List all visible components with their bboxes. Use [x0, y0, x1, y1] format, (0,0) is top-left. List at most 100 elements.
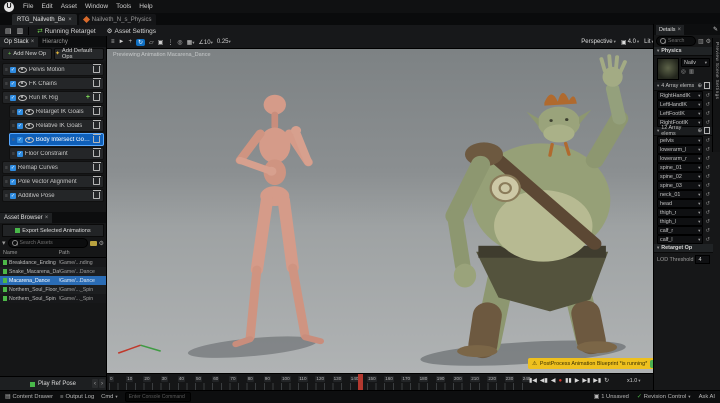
op-row[interactable]: ≡✓Body Intersect Goals — [9, 133, 104, 146]
drag-handle-icon[interactable]: ≡ — [5, 67, 8, 73]
reset-to-default-icon[interactable]: ↺ — [705, 183, 710, 189]
op-enabled-checkbox[interactable]: ✓ — [10, 179, 16, 185]
scale-snap-button[interactable]: 0.25▾ — [217, 39, 231, 45]
more-tools-icon[interactable]: ⋮ — [167, 39, 173, 46]
menu-file[interactable]: File — [19, 3, 37, 10]
tab-retargeter[interactable]: RTG_Nailveth_Be × — [12, 14, 77, 25]
op-row[interactable]: ≡✓Pole Vector Alignment — [2, 175, 104, 188]
close-icon[interactable]: × — [31, 39, 35, 45]
physics-section-header[interactable]: ▾Physics — [654, 47, 713, 56]
reset-to-default-icon[interactable]: ↺ — [705, 165, 710, 171]
drag-handle-icon[interactable]: ≡ — [5, 165, 8, 171]
delete-op-icon[interactable] — [93, 136, 100, 143]
surface-snap-icon[interactable]: ◎ — [177, 39, 182, 46]
op-row[interactable]: ≡✓Relative IK Goals — [9, 119, 104, 132]
asset-row[interactable]: Snake_Macarena_Dance/Game/...Dance — [0, 267, 106, 276]
clear-array-icon[interactable] — [704, 128, 710, 134]
unsaved-indicator[interactable]: ▣ 1 Unsaved — [594, 394, 629, 400]
tab-op-stack[interactable]: Op Stack × — [0, 37, 38, 47]
value-dropdown[interactable]: spine_02▾ — [657, 172, 703, 181]
tab-physics-asset[interactable]: Nailveth_N_s_Physics — [79, 14, 157, 25]
revision-control-button[interactable]: ✓ Revision Control▾ — [637, 394, 691, 400]
timeline-tick[interactable]: 230 — [505, 376, 515, 382]
drag-handle-icon[interactable]: ≡ — [5, 193, 8, 199]
timeline-tick[interactable]: 170 — [401, 376, 411, 382]
value-dropdown[interactable]: spine_03▾ — [657, 181, 703, 190]
eye-icon[interactable] — [18, 95, 27, 101]
timeline-tick[interactable]: 120 — [315, 376, 325, 382]
reset-to-default-icon[interactable]: ↺ — [705, 147, 710, 153]
op-row[interactable]: ≡✓FK Chains — [2, 77, 104, 90]
op-enabled-checkbox[interactable]: ✓ — [10, 165, 16, 171]
physics-asset-dropdown[interactable]: Nailv ▾ — [681, 58, 710, 67]
add-default-ops-button[interactable]: ✦ Add Default Ops — [54, 48, 104, 60]
value-dropdown[interactable]: thigh_r▾ — [657, 208, 703, 217]
tab-preview-scene-settings[interactable]: Preview Scene Settings — [712, 38, 720, 152]
coordinate-space-icon[interactable]: ▣ — [158, 39, 164, 46]
asset-row[interactable]: Northern_Soul_Spin/Game/..._Spin — [0, 294, 106, 303]
eye-icon[interactable] — [25, 137, 34, 143]
timeline-tick[interactable]: 180 — [419, 376, 429, 382]
value-dropdown[interactable]: lowerarm_r▾ — [657, 154, 703, 163]
value-dropdown[interactable]: calf_r▾ — [657, 226, 703, 235]
camera-speed-dropdown[interactable]: ▣4.0▾ — [621, 39, 639, 46]
tab-hierarchy[interactable]: Hierarchy — [38, 37, 72, 47]
menu-edit[interactable]: Edit — [37, 3, 56, 10]
menu-window[interactable]: Window — [81, 3, 112, 10]
timeline-tick[interactable]: 70 — [229, 376, 236, 382]
add-element-icon[interactable]: ⊕ — [697, 83, 702, 89]
value-dropdown[interactable]: neck_01▾ — [657, 190, 703, 199]
perspective-dropdown[interactable]: Perspective▾ — [581, 39, 616, 45]
eye-icon[interactable] — [25, 123, 34, 129]
value-dropdown[interactable]: lowerarm_l▾ — [657, 145, 703, 154]
timeline-tick[interactable]: 160 — [384, 376, 394, 382]
viewport-scene[interactable]: Previewing Animation Macarena_Dance ⚠ Po… — [107, 49, 720, 373]
reset-to-default-icon[interactable]: ↺ — [705, 111, 710, 117]
reset-to-default-icon[interactable]: ↺ — [705, 102, 710, 108]
next-icon[interactable]: › — [99, 379, 105, 388]
timeline-tick[interactable]: 20 — [143, 376, 150, 382]
reset-to-default-icon[interactable]: ↺ — [705, 93, 710, 99]
value-dropdown[interactable]: spine_01▾ — [657, 163, 703, 172]
reset-to-default-icon[interactable]: ↺ — [705, 192, 710, 198]
reset-to-default-icon[interactable]: ↺ — [705, 174, 710, 180]
op-enabled-checkbox[interactable]: ✓ — [10, 193, 16, 199]
eye-icon[interactable] — [18, 81, 27, 87]
delete-op-icon[interactable] — [93, 178, 100, 185]
to-start-button[interactable]: ▮◀ — [529, 377, 537, 384]
column-path[interactable]: Path — [59, 250, 103, 256]
value-dropdown[interactable]: RightHandIK▾ — [657, 91, 703, 100]
rotate-tool-icon[interactable]: ↻ — [136, 39, 145, 46]
rotation-snap-button[interactable]: ∠10▾ — [199, 39, 213, 46]
reset-to-default-icon[interactable]: ↺ — [705, 120, 710, 126]
op-row[interactable]: ≡✓Floor Constraint — [9, 147, 104, 160]
timeline-tick[interactable]: 60 — [212, 376, 219, 382]
value-dropdown[interactable]: thigh_l▾ — [657, 217, 703, 226]
unreal-logo-icon[interactable]: U — [4, 2, 14, 12]
lod-threshold-field[interactable]: 4 — [695, 255, 710, 264]
add-element-icon[interactable]: ⊕ — [697, 128, 702, 134]
save-icon[interactable]: ▤ — [5, 27, 12, 35]
reset-to-default-icon[interactable]: ↺ — [705, 219, 710, 225]
delete-op-icon[interactable] — [93, 66, 100, 73]
play-reverse-button[interactable]: ◀ — [551, 377, 556, 384]
running-retarget-button[interactable]: ⇄ Running Retarget — [34, 27, 98, 35]
drag-handle-icon[interactable]: ≡ — [5, 95, 8, 101]
delete-op-icon[interactable] — [93, 192, 100, 199]
column-name[interactable]: Name — [3, 250, 59, 256]
content-drawer-button[interactable]: ▤ Content Drawer — [5, 394, 53, 400]
timeline-tick[interactable]: 80 — [247, 376, 254, 382]
cmd-dropdown[interactable]: Cmd▾ — [101, 394, 118, 400]
translate-tool-icon[interactable]: + — [128, 39, 132, 45]
drag-handle-icon[interactable]: ≡ — [12, 151, 15, 157]
close-icon[interactable]: × — [45, 215, 49, 221]
value-dropdown[interactable]: calf_l▾ — [657, 235, 703, 244]
op-enabled-checkbox[interactable]: ✓ — [17, 137, 23, 143]
details-settings-icon[interactable]: ⚙ — [706, 38, 711, 45]
delete-op-icon[interactable] — [93, 94, 100, 101]
value-dropdown[interactable]: LeftFootIK▾ — [657, 109, 703, 118]
drag-handle-icon[interactable]: ≡ — [12, 123, 15, 129]
asset-search-input[interactable]: Search Assets — [8, 238, 88, 248]
op-row[interactable]: ≡✓Retarget IK Goals — [9, 105, 104, 118]
prev-icon[interactable]: ‹ — [92, 379, 98, 388]
